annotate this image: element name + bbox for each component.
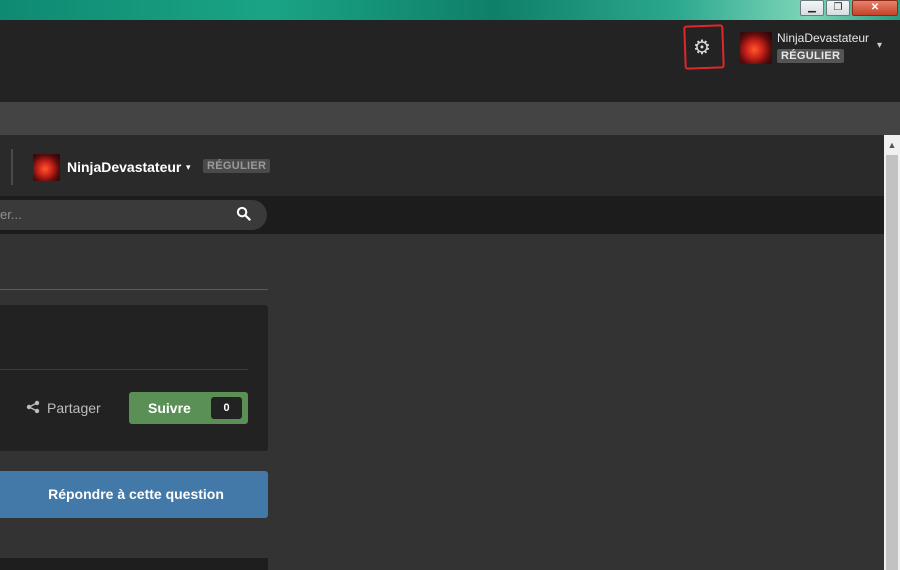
search-input[interactable] <box>0 200 267 230</box>
annotation-highlight <box>683 24 725 70</box>
share-icon[interactable] <box>26 400 40 417</box>
section-divider <box>0 289 268 290</box>
user-name[interactable]: NinjaDevastateur <box>777 31 869 45</box>
minimize-button[interactable]: ▁ <box>800 0 824 16</box>
window-controls: ▁ ❐ ✕ <box>800 0 898 18</box>
rank-badge: RÉGULIER <box>777 49 845 63</box>
avatar[interactable] <box>740 32 772 64</box>
follow-count: 0 <box>211 397 242 419</box>
card-divider <box>0 369 248 370</box>
divider <box>11 149 13 185</box>
follow-label[interactable]: Suivre <box>148 400 191 416</box>
restore-button[interactable]: ❐ <box>826 0 850 16</box>
window-titlebar <box>0 0 900 20</box>
nav-strip <box>0 102 900 135</box>
close-button[interactable]: ✕ <box>852 0 898 16</box>
chevron-down-icon[interactable]: ▾ <box>877 40 882 51</box>
search-placeholder: er... <box>0 207 22 222</box>
chevron-down-icon[interactable]: ▾ <box>186 162 191 173</box>
profile-user-name[interactable]: NinjaDevastateur <box>67 159 181 175</box>
post-card <box>0 558 268 570</box>
profile-avatar[interactable] <box>33 154 60 181</box>
reply-button[interactable]: Répondre à cette question <box>0 471 268 518</box>
scroll-up-arrow[interactable]: ▲ <box>884 137 900 153</box>
profile-rank-badge: RÉGULIER <box>203 159 271 173</box>
search-icon[interactable] <box>236 206 251 225</box>
scrollbar-thumb[interactable] <box>886 155 898 570</box>
topic-card <box>0 305 268 451</box>
share-button[interactable]: Partager <box>47 400 101 416</box>
